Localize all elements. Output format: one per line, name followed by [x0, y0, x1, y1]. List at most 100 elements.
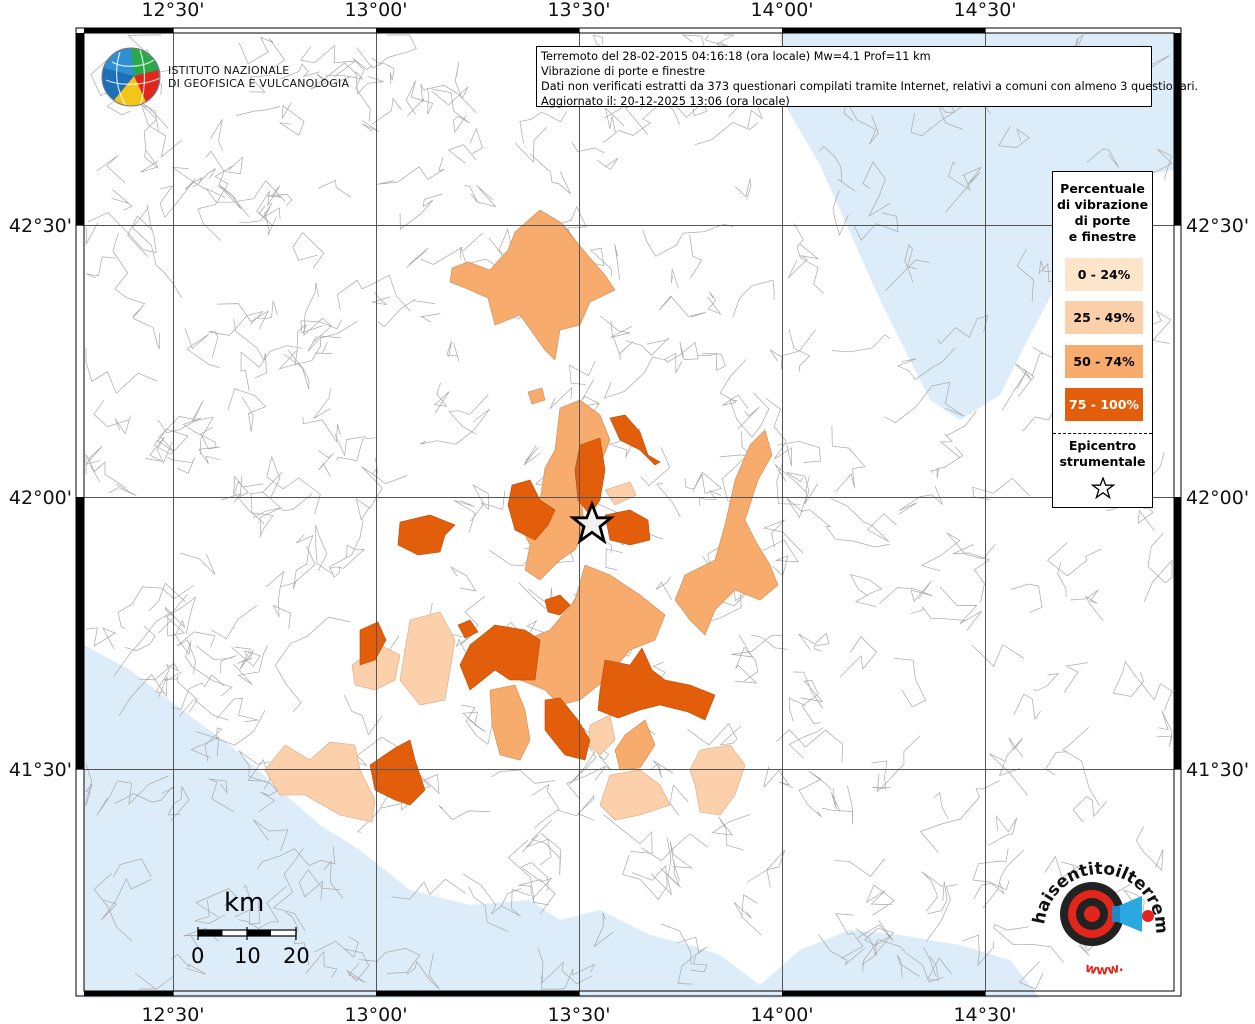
- municipal-border: [1112, 660, 1144, 697]
- municipal-border: [141, 105, 182, 158]
- municipal-border: [522, 834, 552, 866]
- legend-title-line: Percentuale: [1060, 181, 1145, 196]
- municipal-border: [614, 244, 621, 280]
- municipal-border: [933, 792, 949, 819]
- municipal-border: [722, 394, 749, 409]
- municipal-border: [250, 471, 283, 536]
- municipal-border: [470, 483, 506, 522]
- municipalities-75-100: [359, 414, 716, 806]
- municipal-border: [114, 415, 131, 435]
- municipal-border: [280, 545, 316, 588]
- municipal-border: [600, 315, 633, 338]
- municipal-border: [732, 279, 775, 318]
- municipal-border: [438, 805, 490, 821]
- lon-tick-label: 13°30': [547, 0, 610, 21]
- municipal-border: [148, 582, 187, 612]
- municipal-border: [205, 180, 286, 203]
- lon-tick-label: 12°30': [141, 1004, 204, 1024]
- municipal-border: [831, 787, 841, 812]
- municipal-border: [622, 854, 668, 900]
- municipal-border: [571, 142, 605, 154]
- lon-tick-label: 12°30': [141, 0, 204, 21]
- municipal-border: [656, 483, 681, 518]
- municipal-border: [154, 428, 189, 455]
- area-small: [527, 387, 546, 405]
- municipal-border: [266, 194, 293, 206]
- area-east: [674, 429, 779, 636]
- municipal-border: [399, 193, 443, 230]
- lon-tick-label: 14°00': [750, 0, 813, 21]
- legend-class-75-100: 75 - 100%: [1065, 388, 1143, 421]
- municipal-border: [684, 471, 723, 494]
- municipal-border: [336, 274, 411, 312]
- municipal-border: [315, 524, 334, 575]
- scale-label: 0: [191, 944, 205, 968]
- municipal-border: [625, 337, 669, 356]
- municipal-border: [93, 399, 130, 427]
- lat-tick-label: 42°30': [1186, 215, 1249, 237]
- municipal-border: [464, 185, 497, 208]
- municipal-border: [1033, 673, 1059, 692]
- municipal-border: [876, 735, 921, 793]
- municipal-border: [300, 319, 343, 334]
- municipal-border: [420, 232, 484, 265]
- area-se: [599, 769, 671, 821]
- municipal-border: [663, 352, 683, 374]
- lat-tick-label: 41°30': [1186, 759, 1249, 781]
- municipal-border: [96, 154, 126, 183]
- municipal-border: [461, 704, 493, 745]
- municipal-border: [450, 566, 477, 592]
- municipal-border: [650, 837, 673, 896]
- municipal-border: [167, 456, 196, 474]
- municipal-border: [1062, 727, 1100, 806]
- municipal-border: [198, 426, 221, 464]
- municipal-border: [278, 320, 358, 370]
- municipal-border: [336, 437, 376, 462]
- municipal-border: [669, 840, 693, 881]
- municipal-border: [834, 858, 885, 877]
- ingv-name: ISTITUTO NAZIONALE DI GEOFISICA E VULCAN…: [168, 64, 349, 90]
- municipal-border: [610, 320, 634, 361]
- municipal-border: [315, 341, 333, 354]
- municipal-border: [697, 352, 726, 371]
- municipal-border: [530, 153, 571, 194]
- legend-epicenter-line: strumentale: [1059, 454, 1146, 469]
- municipal-border: [1013, 693, 1041, 721]
- area-south2: [489, 684, 531, 761]
- lon-tick-label: 14°30': [953, 1004, 1016, 1024]
- lat-tick-labels-right: 42°30' 42°00' 41°30': [1186, 215, 1249, 781]
- municipal-border: [372, 291, 391, 306]
- area-mid: [587, 714, 616, 756]
- municipal-border: [274, 616, 351, 713]
- municipal-border: [731, 634, 783, 658]
- municipal-border: [787, 243, 819, 279]
- municipal-border: [1070, 589, 1104, 621]
- municipal-border: [352, 57, 374, 122]
- data-note: Dati non verificati estratti da 373 ques…: [541, 80, 1199, 93]
- municipal-border: [707, 291, 722, 315]
- municipal-border: [910, 606, 966, 621]
- municipal-border: [313, 388, 331, 419]
- municipal-border: [921, 871, 943, 912]
- lat-tick-label: 42°30': [9, 215, 72, 237]
- haisentito-logo-icon: haisentitoilterremoto.it www.: [1030, 852, 1170, 978]
- municipal-border: [741, 894, 762, 936]
- municipal-border: [171, 674, 225, 710]
- area-south3: [614, 719, 656, 771]
- municipal-border: [205, 150, 244, 175]
- municipal-border: [689, 234, 703, 279]
- municipal-border: [406, 247, 429, 269]
- municipal-border: [87, 204, 157, 254]
- municipal-border: [217, 303, 269, 330]
- municipal-border: [556, 794, 595, 821]
- municipal-border: [371, 34, 417, 65]
- area-se2: [689, 744, 746, 816]
- legend-title-line: di vibrazione: [1056, 197, 1149, 212]
- ingv-name-line2: DI GEOFISICA E VULCANOLOGIA: [168, 77, 350, 90]
- municipal-border: [988, 814, 1018, 846]
- legend-class-0-24: 0 - 24%: [1065, 258, 1143, 291]
- municipal-border: [125, 625, 156, 652]
- municipal-border: [137, 99, 159, 169]
- municipal-border: [318, 179, 351, 198]
- municipal-border: [798, 771, 832, 818]
